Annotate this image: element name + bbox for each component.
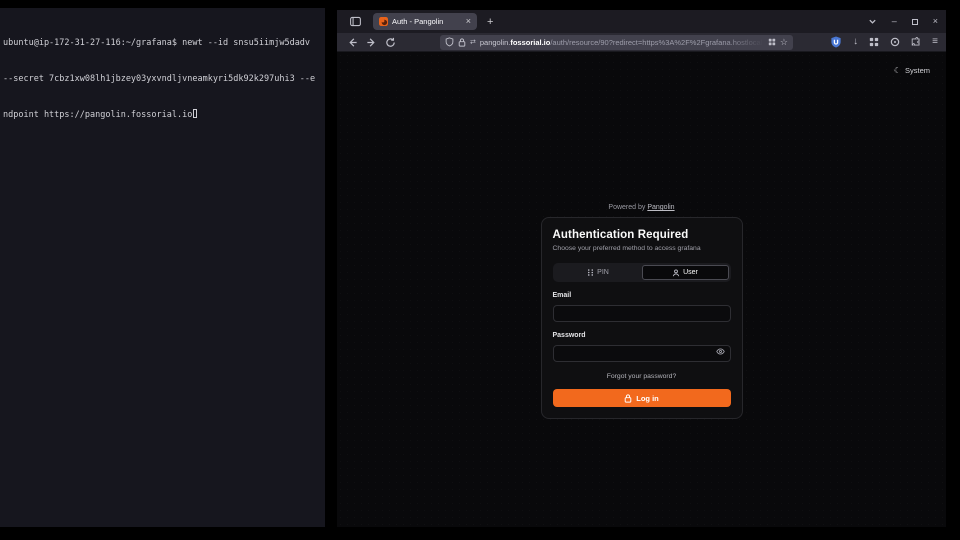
translate-icon[interactable]: ⇄ xyxy=(470,38,476,46)
tab-bar: Auth - Pangolin × + – × xyxy=(337,10,946,33)
firefox-view-icon[interactable] xyxy=(347,14,363,30)
bookmark-star-icon[interactable]: ☆ xyxy=(780,38,788,47)
downloads-icon[interactable]: ↓ xyxy=(853,37,858,47)
url-bar[interactable]: ⇄ pangolin.fossorial.io/auth/resource/90… xyxy=(440,35,793,50)
show-password-eye-icon[interactable] xyxy=(716,347,725,356)
browser-window: Auth - Pangolin × + – × xyxy=(337,10,946,527)
keypad-icon xyxy=(587,269,594,276)
auth-method-tabs: PIN User xyxy=(553,263,731,282)
list-tabs-chevron-icon[interactable] xyxy=(868,17,877,26)
reload-button[interactable] xyxy=(383,35,398,50)
password-label: Password xyxy=(553,332,731,339)
ublock-extension-icon[interactable] xyxy=(830,36,842,48)
tab-title: Auth - Pangolin xyxy=(392,17,462,26)
connection-lock-icon[interactable] xyxy=(458,38,466,47)
back-button[interactable] xyxy=(345,35,360,50)
window-minimize-button[interactable]: – xyxy=(892,17,897,26)
forgot-password-link[interactable]: Forgot your password? xyxy=(553,373,731,380)
window-controls: – × xyxy=(868,17,938,26)
auth-container: Powered by Pangolin Authentication Requi… xyxy=(541,204,743,419)
moon-icon: ☾ xyxy=(894,67,901,75)
auth-page: ☾ System Powered by Pangolin Authenticat… xyxy=(337,52,946,527)
terminal-window[interactable]: ubuntu@ip-172-31-27-116:~/grafana$ newt … xyxy=(0,8,325,527)
powered-by: Powered by Pangolin xyxy=(541,204,743,211)
theme-toggle[interactable]: ☾ System xyxy=(894,66,930,75)
toolbar-extensions: ↓ ≡ xyxy=(830,36,938,48)
password-field[interactable] xyxy=(553,345,731,362)
browser-tab-auth-pangolin[interactable]: Auth - Pangolin × xyxy=(373,13,477,30)
forward-button[interactable] xyxy=(364,35,379,50)
window-close-button[interactable]: × xyxy=(933,17,938,26)
email-field[interactable] xyxy=(553,305,731,322)
pangolin-favicon xyxy=(379,17,388,26)
card-title: Authentication Required xyxy=(553,229,731,241)
tab-user-label: User xyxy=(683,269,698,276)
login-lock-icon xyxy=(624,394,632,403)
extensions-grid-icon[interactable] xyxy=(869,37,879,47)
theme-toggle-label: System xyxy=(905,66,930,75)
user-icon xyxy=(672,269,680,277)
url-text: pangolin.fossorial.io/auth/resource/90?r… xyxy=(480,38,764,47)
email-label: Email xyxy=(553,292,731,299)
tab-pin-label: PIN xyxy=(597,269,609,276)
menu-hamburger-icon[interactable]: ≡ xyxy=(932,37,938,47)
terminal-line: ndpoint https://pangolin.fossorial.io xyxy=(3,109,322,121)
privacy-circle-extension-icon[interactable] xyxy=(890,37,900,47)
browser-toolbar: ⇄ pangolin.fossorial.io/auth/resource/90… xyxy=(337,33,946,52)
tab-user[interactable]: User xyxy=(642,265,729,280)
tracking-protection-shield-icon[interactable] xyxy=(445,37,454,47)
terminal-line: ubuntu@ip-172-31-27-116:~/grafana$ newt … xyxy=(3,37,322,49)
extensions-puzzle-icon[interactable] xyxy=(911,37,921,47)
login-button-label: Log in xyxy=(636,394,659,403)
terminal-line: --secret 7cbz1xw08lh1jbzey03yxvndljvneam… xyxy=(3,73,322,85)
tab-pin[interactable]: PIN xyxy=(555,265,642,280)
auth-card: Authentication Required Choose your pref… xyxy=(541,217,743,419)
window-maximize-button[interactable] xyxy=(912,19,918,25)
tab-close-icon[interactable]: × xyxy=(466,17,471,26)
pangolin-link[interactable]: Pangolin xyxy=(647,204,674,211)
terminal-cursor xyxy=(193,109,197,118)
login-button[interactable]: Log in xyxy=(553,389,731,407)
new-tab-button[interactable]: + xyxy=(487,16,493,28)
containers-grid-icon[interactable] xyxy=(768,38,776,46)
card-subtitle: Choose your preferred method to access g… xyxy=(553,245,731,252)
